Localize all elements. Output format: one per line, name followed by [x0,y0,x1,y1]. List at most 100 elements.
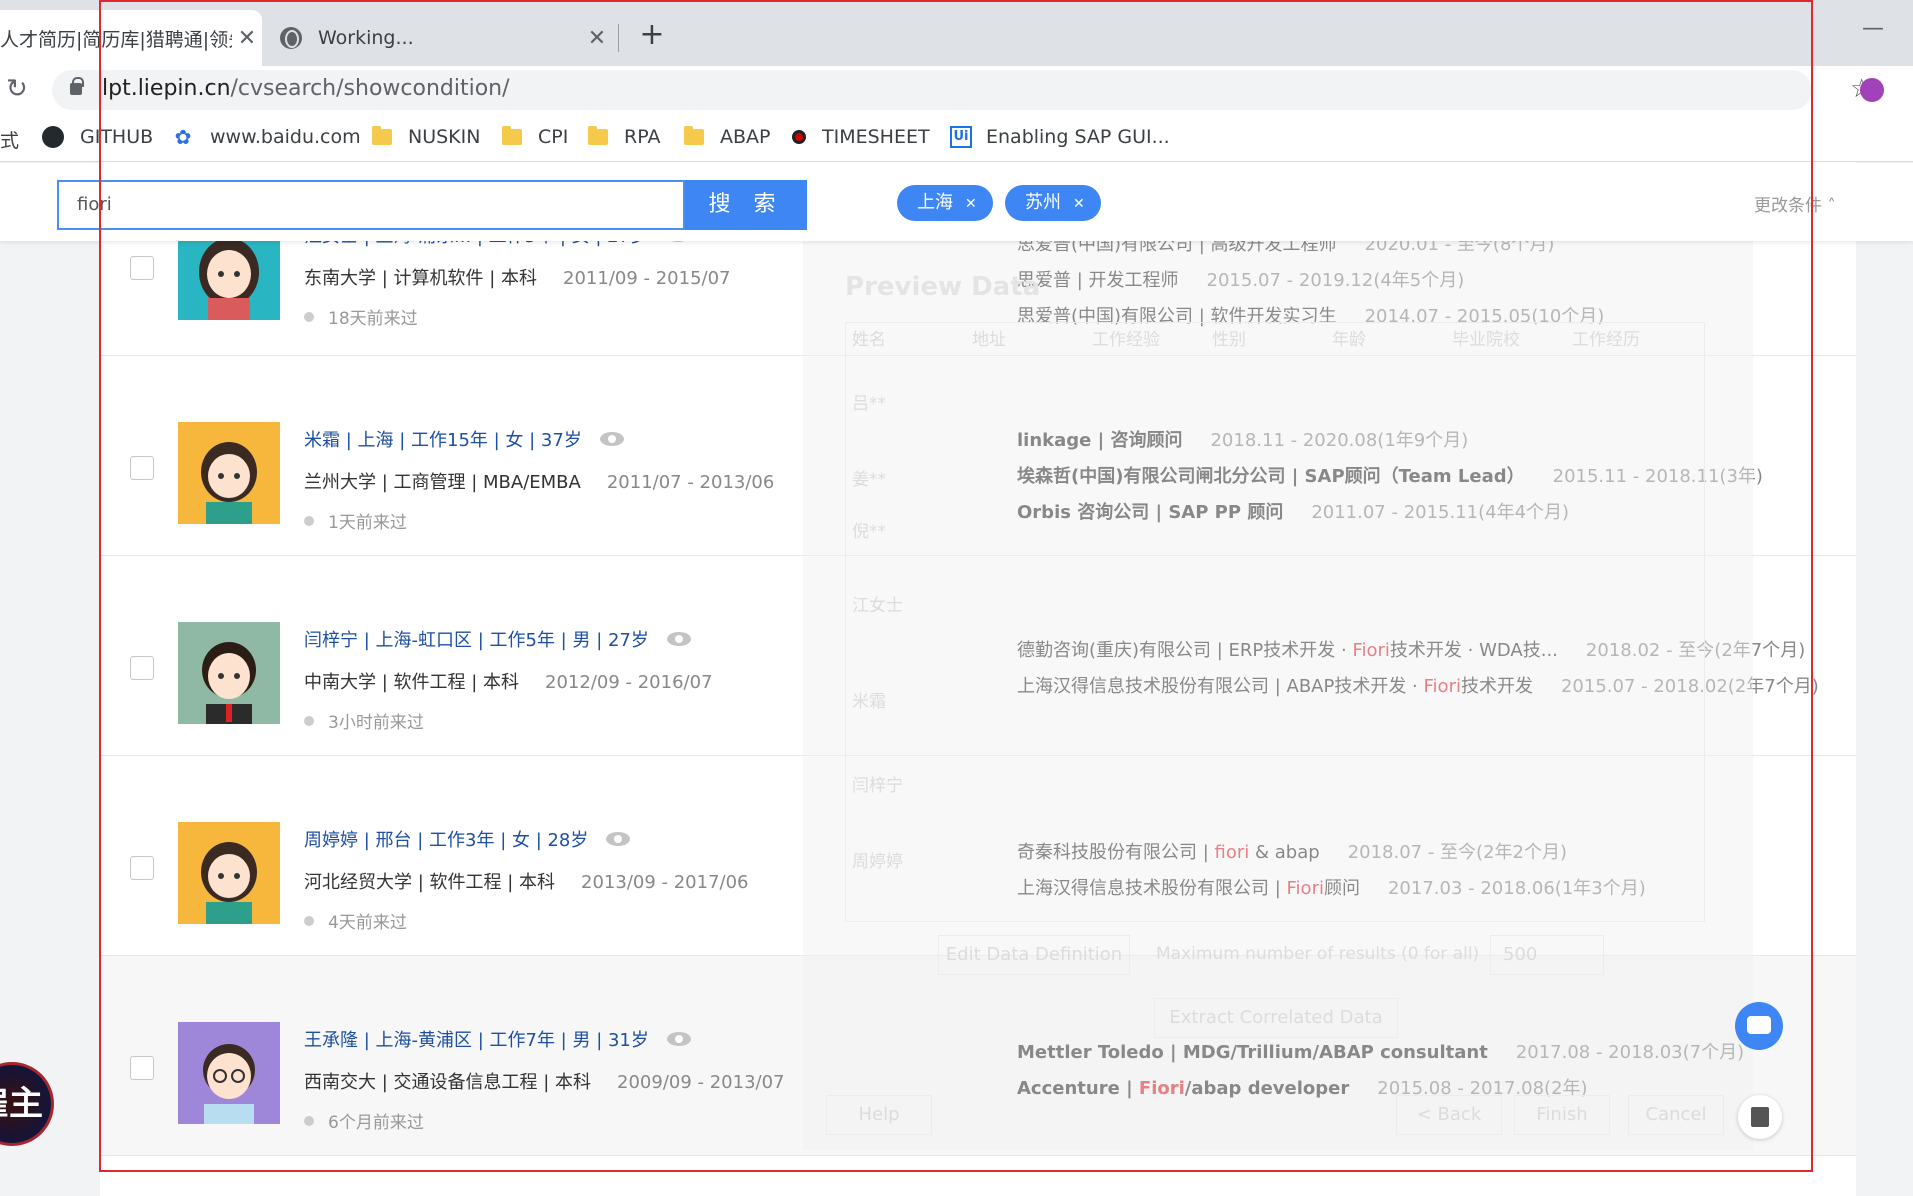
minimize-icon[interactable]: — [1862,16,1884,41]
bookmark-label: GITHUB [80,126,154,148]
table-cell: 闫梓宁 [852,776,903,796]
tag-label: 上海 [917,192,953,213]
last-seen: 3小时前来过 [304,708,713,733]
education-line: 中南大学 | 软件工程 | 本科 2012/09 - 2016/07 [304,668,713,694]
address-bar[interactable]: lpt.liepin.cn/cvsearch/showcondition/ ☆ [52,70,1873,110]
headline-text[interactable]: 米霜 | 上海 | 工作15年 | 女 | 37岁 [304,426,582,452]
candidate-headline[interactable]: 米霜 | 上海 | 工作15年 | 女 | 37岁 [304,426,774,452]
tag-close-icon[interactable]: ✕ [965,196,977,212]
last-seen: 4天前来过 [304,908,749,933]
folder-icon [684,126,704,145]
column-header: 性别 [1212,330,1246,350]
candidate-headline[interactable]: 闫梓宁 | 上海-虹口区 | 工作5年 | 男 | 27岁 [304,626,713,652]
bookmark-cpi[interactable]: CPI [502,126,568,148]
thumbs-down-icon[interactable] [1738,1095,1782,1139]
search-input[interactable]: fiori [57,180,685,230]
bookmark-enabling-sap[interactable]: Ui Enabling SAP GUI... [950,126,1170,148]
bookmark-item[interactable]: 式 [0,126,19,153]
headline-text[interactable]: 周婷婷 | 邢台 | 工作3年 | 女 | 28岁 [304,826,588,852]
tab-close-icon[interactable]: ✕ [232,26,262,51]
table-cell: 周婷婷 [852,852,903,872]
headline-text[interactable]: 闫梓宁 | 上海-虹口区 | 工作5年 | 男 | 27岁 [304,626,649,652]
tag-close-icon[interactable]: ✕ [1073,196,1085,212]
column-header: 姓名 [852,330,886,350]
column-header: 工作经验 [1092,330,1160,350]
max-results-label: Maximum number of results (0 for all) [1156,944,1480,964]
select-checkbox[interactable] [130,856,154,880]
education-line: 兰州大学 | 工商管理 | MBA/EMBA 2011/07 - 2013/06 [304,468,774,494]
table-cell: 米霜 [852,692,886,712]
bookmark-rpa[interactable]: RPA [588,126,660,148]
select-checkbox[interactable] [130,456,154,480]
table-cell: 倪** [852,522,886,542]
new-tab-plus-icon[interactable]: + [634,18,670,54]
education-dates: 2013/09 - 2017/06 [581,872,749,893]
select-checkbox[interactable] [130,656,154,680]
tab-separator [618,24,619,52]
candidate-headline[interactable]: 王承隆 | 上海-黄浦区 | 工作7年 | 男 | 31岁 [304,1026,785,1052]
bookmark-github[interactable]: GITHUB [42,126,153,148]
reload-icon[interactable]: ↻ [6,74,28,104]
status-dot [304,1115,314,1126]
education-text: 河北经贸大学 | 软件工程 | 本科 [304,872,556,893]
education-text: 西南交大 | 交通设备信息工程 | 本科 [304,1072,592,1093]
change-conditions-link[interactable]: 更改条件 ˄ [1754,191,1836,216]
status-dot [304,715,314,726]
bookmark-timesheet[interactable]: TIMESHEET [792,126,930,148]
tab-liepin[interactable]: 人才简历|简历库|猎聘通|领先 ✕ [0,10,262,66]
last-seen: 18天前来过 [304,304,731,329]
bookmark-abap[interactable]: ABAP [684,126,771,148]
tab-close-icon[interactable]: ✕ [582,26,612,51]
filter-tag-shanghai[interactable]: 上海 ✕ [897,185,993,221]
folder-icon [502,126,522,145]
bookmark-baidu[interactable]: ✿ www.baidu.com [172,126,361,148]
max-results-input[interactable]: 500 [1490,935,1604,975]
select-checkbox[interactable] [130,1056,154,1080]
bookmark-nuskin[interactable]: NUSKIN [372,126,480,148]
candidate-info: 米霜 | 上海 | 工作15年 | 女 | 37岁 兰州大学 | 工商管理 | … [304,426,774,533]
table-cell: 姜** [852,470,886,490]
column-header: 年龄 [1332,330,1366,350]
education-dates: 2009/09 - 2013/07 [617,1072,785,1093]
education-text: 东南大学 | 计算机软件 | 本科 [304,268,538,289]
bookmark-label: TIMESHEET [822,126,930,148]
select-checkbox[interactable] [130,256,154,280]
bookmark-label: RPA [624,126,661,148]
filter-tag-suzhou[interactable]: 苏州 ✕ [1005,185,1101,221]
candidate-info: 闫梓宁 | 上海-虹口区 | 工作5年 | 男 | 27岁 中南大学 | 软件工… [304,626,713,733]
tab-working[interactable]: Working... ✕ [266,10,612,66]
column-header: 地址 [972,330,1006,350]
menu-dots-icon[interactable] [1906,78,1912,102]
headline-text[interactable]: 王承隆 | 上海-黄浦区 | 工作7年 | 男 | 31岁 [304,1026,649,1052]
education-dates: 2012/09 - 2016/07 [545,672,713,693]
column-header: 工作经历 [1572,330,1640,350]
eye-icon [666,632,691,646]
education-line: 东南大学 | 计算机软件 | 本科 2011/09 - 2015/07 [304,264,731,290]
last-seen-text: 6个月前来过 [328,1113,424,1133]
education-line: 河北经贸大学 | 软件工程 | 本科 2013/09 - 2017/06 [304,868,749,894]
help-button[interactable]: Help [826,1095,932,1135]
baidu-paw-icon: ✿ [174,125,192,149]
eye-icon [606,832,631,846]
candidate-info: 周婷婷 | 邢台 | 工作3年 | 女 | 28岁 河北经贸大学 | 软件工程 … [304,826,749,933]
folder-icon [588,126,608,145]
browser-toolbar: ↻ lpt.liepin.cn/cvsearch/showcondition/ … [0,66,1913,114]
back-button[interactable]: < Back [1396,1095,1502,1135]
chat-icon[interactable] [1735,1002,1783,1050]
column-header: 毕业院校 [1452,330,1520,350]
preview-data-table: 姓名 地址 工作经验 性别 年龄 毕业院校 工作经历 吕** 姜** 倪** 江… [845,322,1705,922]
extract-correlated-data-button[interactable]: Extract Correlated Data [1154,998,1398,1038]
education-text: 中南大学 | 软件工程 | 本科 [304,672,520,693]
extension-avatar-icon[interactable] [1860,78,1884,102]
edit-data-definition-button[interactable]: Edit Data Definition [938,935,1130,975]
table-cell: 江女士 [852,596,903,616]
candidate-headline[interactable]: 周婷婷 | 邢台 | 工作3年 | 女 | 28岁 [304,826,749,852]
bookmark-label: ABAP [720,126,771,148]
education-dates: 2011/07 - 2013/06 [606,472,775,493]
ui-icon: Ui [950,126,972,148]
search-button[interactable]: 搜 索 [685,180,807,230]
finish-button[interactable]: Finish [1514,1095,1610,1135]
cancel-button[interactable]: Cancel [1628,1095,1724,1135]
tab-title: Working... [318,27,414,49]
url-host: lpt.liepin.cn [102,76,231,101]
